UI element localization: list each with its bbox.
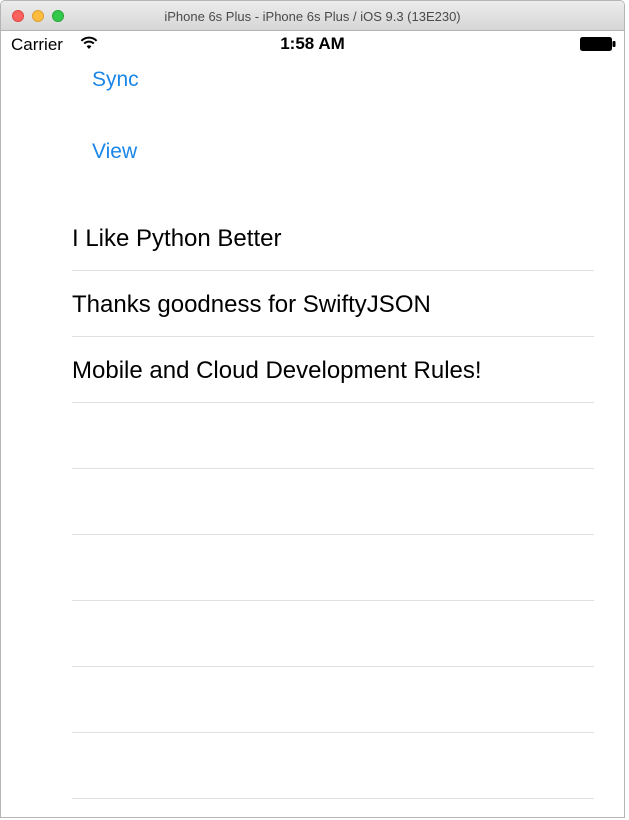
sync-button[interactable]: Sync	[92, 68, 139, 92]
table-row[interactable]: Mobile and Cloud Development Rules!	[72, 337, 594, 403]
table-row[interactable]	[72, 733, 594, 799]
messages-table[interactable]: I Like Python Better Thanks goodness for…	[72, 205, 594, 799]
table-row[interactable]	[72, 601, 594, 667]
table-row-label: Thanks goodness for SwiftyJSON	[72, 291, 431, 318]
table-row-label: Mobile and Cloud Development Rules!	[72, 357, 482, 384]
table-row[interactable]: Thanks goodness for SwiftyJSON	[72, 271, 594, 337]
status-time: 1:58 AM	[280, 34, 345, 53]
view-button[interactable]: View	[92, 140, 137, 164]
table-row[interactable]	[72, 535, 594, 601]
ios-status-bar: Carrier 1:58 AM	[1, 31, 624, 57]
window-titlebar[interactable]: iPhone 6s Plus - iPhone 6s Plus / iOS 9.…	[1, 1, 624, 31]
window-title: iPhone 6s Plus - iPhone 6s Plus / iOS 9.…	[164, 9, 461, 24]
table-row[interactable]: I Like Python Better	[72, 205, 594, 271]
simulator-window: iPhone 6s Plus - iPhone 6s Plus / iOS 9.…	[0, 0, 625, 818]
battery-icon	[580, 37, 616, 51]
table-row[interactable]	[72, 469, 594, 535]
table-row[interactable]	[72, 667, 594, 733]
table-row-label: I Like Python Better	[72, 225, 282, 252]
table-row[interactable]	[72, 403, 594, 469]
